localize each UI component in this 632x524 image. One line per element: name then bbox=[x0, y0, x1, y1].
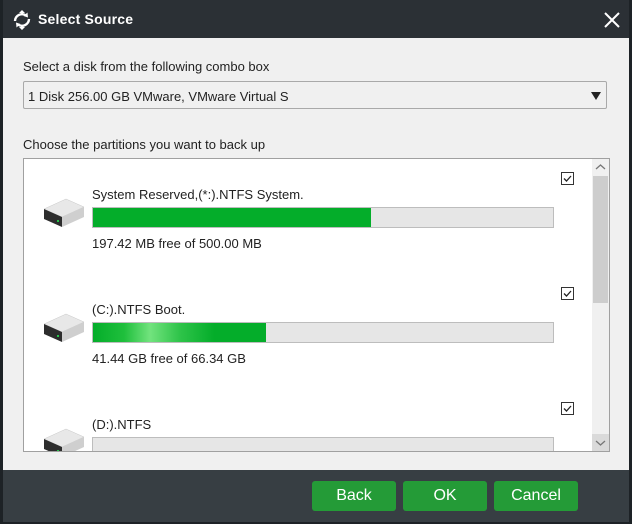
partition-name: (D:).NTFS bbox=[92, 417, 152, 432]
back-button[interactable]: Back bbox=[312, 481, 396, 511]
disk-combo-box[interactable]: 1 Disk 256.00 GB VMware, VMware Virtual … bbox=[23, 81, 607, 109]
dialog-title: Select Source bbox=[38, 11, 134, 27]
partition-item: System Reserved,(*:).NTFS System. 197.42… bbox=[24, 159, 592, 274]
checkmark-icon bbox=[563, 175, 572, 182]
partition-checkbox[interactable] bbox=[561, 287, 574, 300]
partition-checkbox[interactable] bbox=[561, 172, 574, 185]
scrollbar-thumb[interactable] bbox=[593, 176, 608, 303]
checkmark-icon bbox=[563, 290, 572, 297]
usage-bar-fill bbox=[93, 323, 266, 342]
disk-combo-value: 1 Disk 256.00 GB VMware, VMware Virtual … bbox=[28, 89, 289, 104]
chevron-down-icon bbox=[591, 92, 601, 100]
partition-item: (D:).NTFS bbox=[24, 389, 592, 451]
sync-arrows-icon bbox=[13, 10, 31, 30]
scroll-up-icon[interactable] bbox=[592, 159, 609, 176]
usage-bar bbox=[92, 322, 554, 343]
partition-free-space: 41.44 GB free of 66.34 GB bbox=[92, 351, 246, 366]
title-bar: Select Source bbox=[3, 0, 629, 38]
usage-bar-fill bbox=[93, 208, 372, 227]
checkmark-icon bbox=[563, 405, 572, 412]
vertical-scrollbar[interactable] bbox=[592, 159, 609, 451]
cancel-button[interactable]: Cancel bbox=[494, 481, 578, 511]
close-icon[interactable] bbox=[603, 11, 621, 29]
partition-checkbox[interactable] bbox=[561, 402, 574, 415]
usage-bar bbox=[92, 207, 554, 228]
partition-item: (C:).NTFS Boot. 41.44 GB free of 66.34 G… bbox=[24, 274, 592, 389]
select-source-dialog: Select Source Select a disk from the fol… bbox=[3, 0, 629, 522]
hard-drive-icon bbox=[43, 428, 85, 451]
partition-list: System Reserved,(*:).NTFS System. 197.42… bbox=[23, 158, 610, 452]
disk-select-label: Select a disk from the following combo b… bbox=[23, 59, 270, 74]
hard-drive-icon bbox=[43, 313, 85, 342]
scroll-down-icon[interactable] bbox=[592, 434, 609, 451]
hard-drive-icon bbox=[43, 198, 85, 227]
partition-free-space: 197.42 MB free of 500.00 MB bbox=[92, 236, 262, 251]
partition-name: System Reserved,(*:).NTFS System. bbox=[92, 187, 304, 202]
dialog-footer: Back OK Cancel bbox=[3, 470, 629, 522]
usage-bar bbox=[92, 437, 554, 451]
ok-button[interactable]: OK bbox=[403, 481, 487, 511]
partition-name: (C:).NTFS Boot. bbox=[92, 302, 186, 317]
partitions-label: Choose the partitions you want to back u… bbox=[23, 137, 266, 152]
